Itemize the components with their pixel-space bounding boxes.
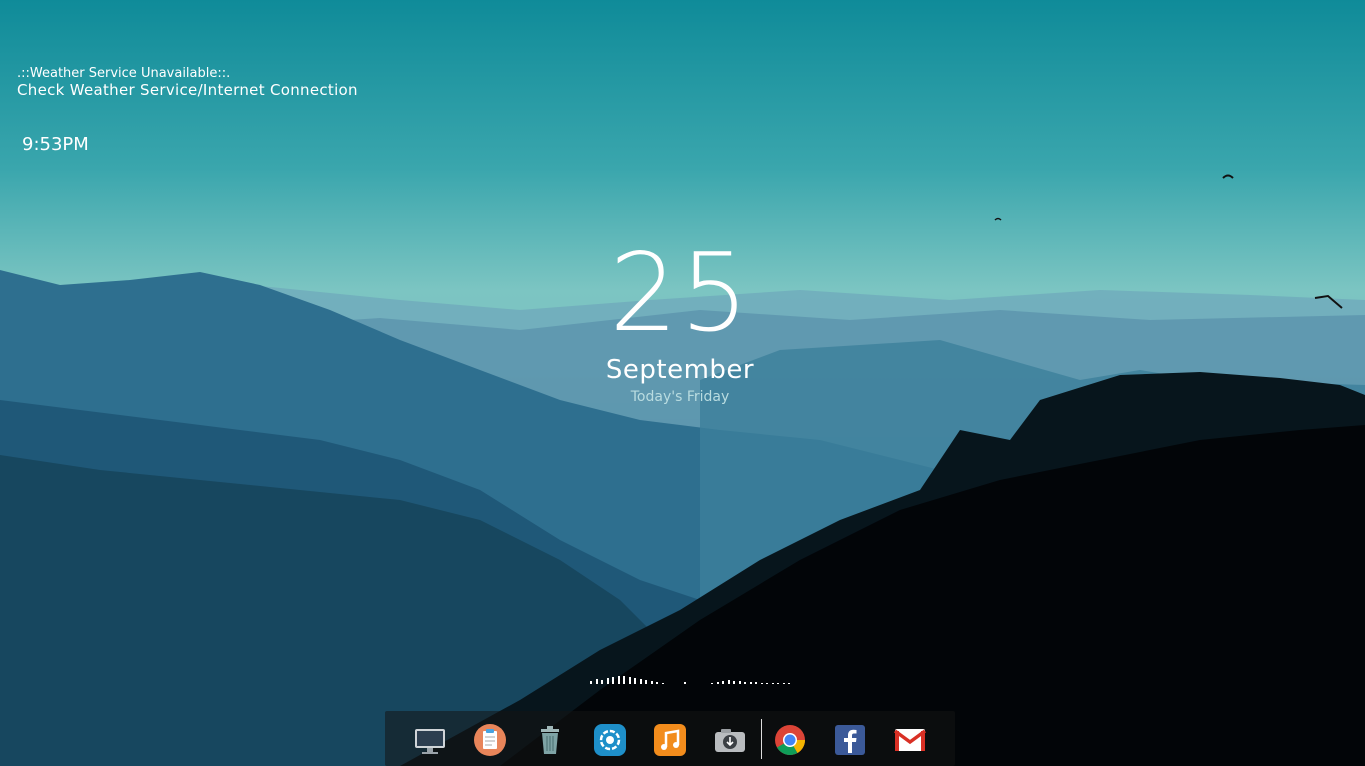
visualizer-bar	[595, 679, 598, 684]
visualizer-bar	[771, 683, 774, 684]
visualizer-bar	[639, 679, 642, 684]
visualizer-bar	[716, 682, 719, 684]
dock-separator	[761, 719, 762, 759]
visualizer-bar	[744, 682, 746, 684]
notes-icon[interactable]	[473, 723, 507, 757]
app-dock	[385, 711, 955, 766]
visualizer-bar	[590, 681, 592, 684]
audio-visualizer	[590, 676, 795, 684]
clock-time: 9:53PM	[22, 134, 89, 155]
trash-icon[interactable]	[533, 723, 567, 757]
visualizer-bar	[788, 683, 790, 684]
visualizer-bar	[601, 680, 603, 684]
visualizer-bar	[617, 676, 620, 684]
visualizer-bar	[749, 682, 752, 684]
chrome-icon[interactable]	[773, 723, 807, 757]
weekday-label: Today's Friday	[630, 389, 730, 405]
visualizer-bar	[623, 676, 625, 684]
visualizer-bar	[683, 682, 686, 684]
desktop-icon[interactable]	[413, 723, 447, 757]
download-drive-icon[interactable]	[713, 723, 747, 757]
weather-message: Check Weather Service/Internet Connectio…	[17, 81, 358, 99]
visualizer-bar	[733, 681, 735, 684]
visualizer-bar	[755, 682, 757, 684]
gmail-icon[interactable]	[893, 723, 927, 757]
visualizer-bar	[760, 683, 763, 684]
visualizer-bar	[738, 681, 741, 684]
day-number: 25	[609, 231, 751, 356]
weather-widget: .::Weather Service Unavailable::. Check …	[17, 66, 358, 98]
visualizer-bar	[661, 683, 664, 684]
facebook-icon[interactable]	[833, 723, 867, 757]
visualizer-bar	[634, 678, 636, 684]
visualizer-bar	[777, 683, 779, 684]
music-icon[interactable]	[653, 723, 687, 757]
visualizer-bar	[645, 680, 647, 684]
visualizer-bar	[722, 681, 724, 684]
visualizer-bar	[766, 683, 768, 684]
visualizer-bar	[782, 683, 785, 684]
visualizer-bar	[650, 681, 653, 684]
visualizer-bar	[711, 683, 713, 684]
weather-status: .::Weather Service Unavailable::.	[17, 66, 231, 81]
date-widget: 25 September Today's Friday	[560, 231, 800, 406]
visualizer-bar	[656, 682, 658, 684]
visualizer-bar	[606, 678, 609, 684]
visualizer-bar	[727, 680, 730, 684]
month-name: September	[605, 355, 755, 385]
visualizer-bar	[612, 677, 614, 684]
settings-flower-icon[interactable]	[593, 723, 627, 757]
visualizer-bar	[628, 677, 631, 684]
